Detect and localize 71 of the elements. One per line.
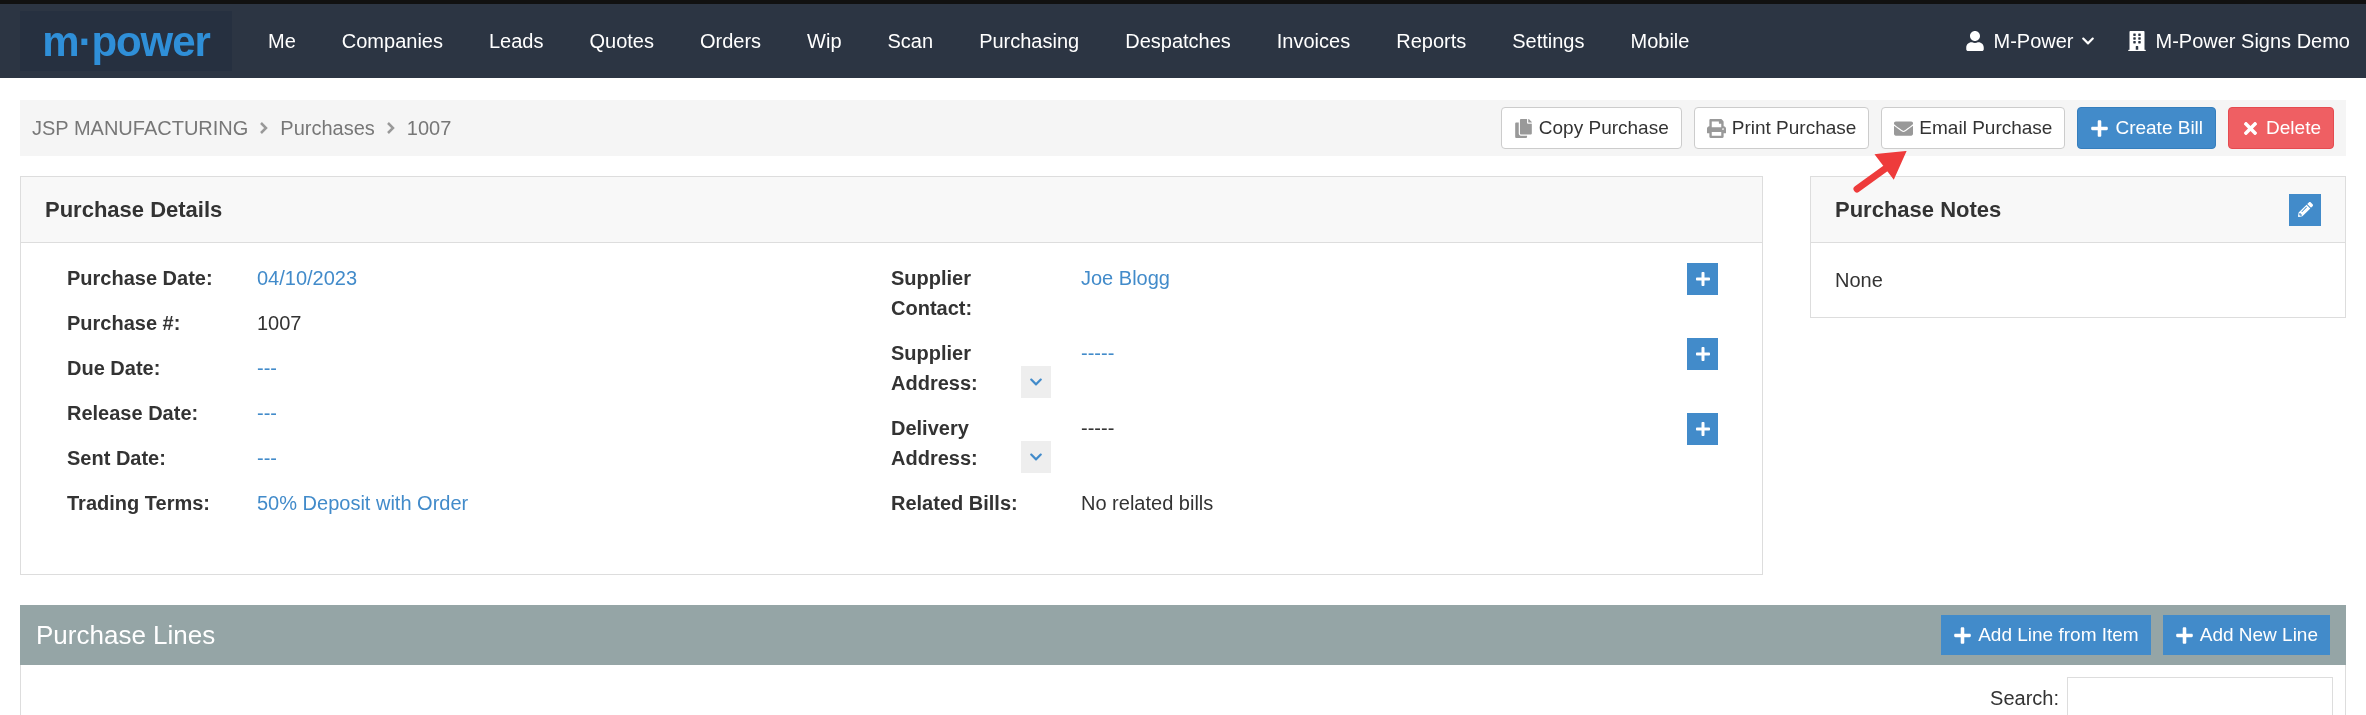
field-value-link[interactable]: -----	[1081, 342, 1115, 364]
add-line-button[interactable]: Add New Line	[2162, 615, 2330, 655]
field-label: Supplier Address:	[891, 341, 979, 396]
create-bill-button[interactable]: Create Bill	[2077, 107, 2217, 149]
copy-icon	[1513, 118, 1533, 138]
field-value-link[interactable]: 50% Deposit with Order	[257, 488, 469, 518]
breadcrumb-link[interactable]: Purchases	[280, 113, 375, 143]
search-label: Search:	[1990, 686, 2059, 711]
field-value-link[interactable]: ---	[257, 398, 277, 428]
breadcrumb-current: 1007	[406, 116, 452, 141]
field-value: 1007	[257, 311, 302, 336]
nav-item[interactable]: Reports	[1396, 26, 1467, 56]
nav-item[interactable]: Scan	[887, 26, 934, 56]
nav-item[interactable]: Invoices	[1276, 26, 1351, 56]
envelope-icon	[1894, 118, 1914, 138]
panel-title: Purchase Details	[45, 196, 223, 224]
section-title: Purchase Lines	[36, 618, 216, 652]
building-icon	[2127, 31, 2148, 51]
plus-icon	[1694, 421, 1711, 437]
plus-icon	[1953, 625, 1973, 645]
field-value-link[interactable]: ---	[257, 353, 277, 383]
field-label: Purchase #:	[67, 311, 182, 336]
user-menu[interactable]: M-Power	[1965, 26, 2096, 56]
edit-button[interactable]	[2289, 193, 2321, 226]
add-button[interactable]	[1687, 263, 1718, 295]
nav-item[interactable]: Despatches	[1125, 26, 1231, 56]
nav-item[interactable]: Orders	[699, 26, 762, 56]
pencil-icon	[2297, 202, 2313, 217]
panel-title: Purchase Notes	[1835, 196, 2002, 224]
company-menu[interactable]: M-Power Signs Demo	[2127, 26, 2350, 56]
plus-icon	[1694, 346, 1711, 362]
print-button[interactable]: Print Purchase	[1693, 107, 1870, 149]
field-value: No related bills	[1081, 492, 1214, 514]
field-label: Delivery Address:	[891, 416, 979, 471]
field-value: -----	[1081, 417, 1115, 439]
plus-icon	[2090, 118, 2110, 138]
field-label: Sent Date:	[67, 446, 167, 471]
chevron-right-icon	[386, 122, 395, 134]
nav-item[interactable]: Me	[268, 26, 296, 56]
plus-icon	[1694, 271, 1711, 287]
nav-item[interactable]: Leads	[488, 26, 544, 56]
printer-icon	[1706, 118, 1726, 138]
breadcrumb-link[interactable]: JSP MANUFACTURING	[32, 113, 249, 143]
notes-text: None	[1835, 269, 1883, 291]
copy-button[interactable]: Copy Purchase	[1500, 107, 1682, 149]
dropdown-button[interactable]	[1021, 366, 1051, 398]
nav-item[interactable]: Wip	[807, 26, 842, 56]
field-value-link[interactable]: Joe Blogg	[1081, 267, 1170, 289]
logo: m·power	[20, 11, 232, 71]
field-label: Purchase Date:	[67, 266, 214, 291]
nav-item[interactable]: Mobile	[1630, 26, 1690, 56]
field-value-link[interactable]: ---	[257, 443, 277, 473]
add-button[interactable]	[1687, 413, 1718, 445]
email-button[interactable]: Email Purchase	[1881, 107, 2066, 149]
user-icon	[1965, 31, 1986, 51]
field-label: Supplier Contact:	[891, 266, 974, 321]
plus-icon	[2174, 625, 2194, 645]
search-field[interactable]	[2067, 677, 2333, 715]
nav-item[interactable]: Quotes	[589, 26, 654, 56]
chevron-right-icon	[260, 122, 269, 134]
add-button[interactable]	[1687, 338, 1718, 370]
field-label: Due Date:	[67, 356, 162, 381]
field-label: Trading Terms:	[67, 491, 211, 516]
field-value-link[interactable]: 04/10/2023	[257, 263, 358, 293]
nav-item[interactable]: Purchasing	[979, 26, 1080, 56]
nav-item[interactable]: Companies	[341, 26, 443, 56]
field-label: Release Date:	[67, 401, 200, 426]
dropdown-button[interactable]	[1021, 441, 1051, 473]
add-line-button[interactable]: Add Line from Item	[1941, 615, 2151, 655]
field-label: Related Bills:	[891, 491, 1019, 516]
nav-item[interactable]: Settings	[1512, 26, 1585, 56]
